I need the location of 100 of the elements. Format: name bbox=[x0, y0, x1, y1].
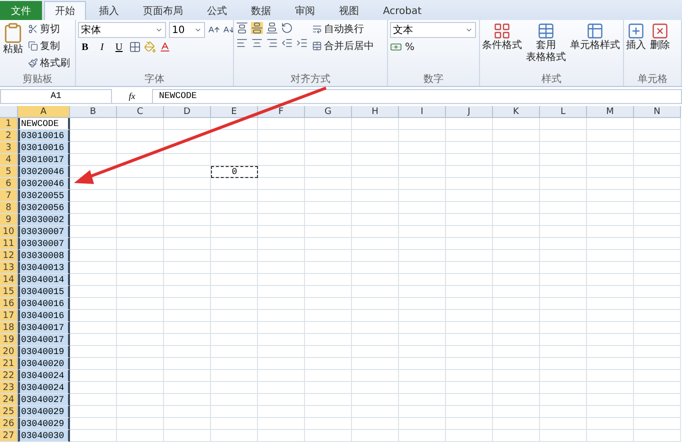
row-header[interactable]: 15 bbox=[0, 286, 18, 298]
column-header[interactable]: L bbox=[540, 106, 587, 118]
group-label: 样式 bbox=[540, 73, 562, 86]
row-header[interactable]: 21 bbox=[0, 358, 18, 370]
group-label: 对齐方式 bbox=[290, 73, 332, 86]
style-command[interactable]: 条件格式 bbox=[482, 22, 522, 52]
align-bottom-icon bbox=[266, 22, 278, 34]
row-header[interactable]: 14 bbox=[0, 274, 18, 286]
paste-button[interactable]: 粘贴 bbox=[2, 22, 24, 56]
row-header[interactable]: 20 bbox=[0, 346, 18, 358]
row-header[interactable]: 5 bbox=[0, 166, 18, 178]
ribbon-tab[interactable]: Acrobat bbox=[372, 1, 433, 20]
row-header[interactable]: 9 bbox=[0, 214, 18, 226]
column-header[interactable]: D bbox=[164, 106, 211, 118]
dropdown-caret-icon bbox=[155, 26, 163, 34]
column-header[interactable]: M bbox=[587, 106, 634, 118]
percent-button[interactable]: % bbox=[405, 42, 415, 52]
row-header[interactable]: 13 bbox=[0, 262, 18, 274]
column-header[interactable]: B bbox=[70, 106, 117, 118]
table-cell: 03040029 bbox=[18, 418, 70, 430]
insert-function-button[interactable]: fx bbox=[112, 91, 152, 101]
font-style-button[interactable]: U bbox=[112, 42, 126, 52]
row-header[interactable]: 2 bbox=[0, 130, 18, 142]
row-header[interactable]: 6 bbox=[0, 178, 18, 190]
currency-icon bbox=[390, 41, 402, 53]
row-header[interactable]: 26 bbox=[0, 418, 18, 430]
group-label: 单元格 bbox=[636, 73, 668, 86]
column-header[interactable]: A bbox=[18, 106, 70, 118]
column-header[interactable]: G bbox=[305, 106, 352, 118]
style-command[interactable]: 单元格样式 bbox=[570, 22, 620, 52]
ribbon-tab[interactable]: 开始 bbox=[44, 1, 86, 20]
row-header[interactable]: 1 bbox=[0, 118, 18, 130]
font-style-button[interactable]: I bbox=[95, 42, 109, 52]
cell-command[interactable]: 删除 bbox=[650, 22, 670, 52]
borders-icon bbox=[129, 41, 141, 53]
insert-icon bbox=[627, 22, 645, 40]
table-cell: 03040015 bbox=[18, 286, 70, 298]
row-header[interactable]: 3 bbox=[0, 142, 18, 154]
column-header[interactable]: K bbox=[493, 106, 540, 118]
paintbrush-icon bbox=[28, 58, 38, 68]
row-header[interactable]: 18 bbox=[0, 322, 18, 334]
row-header[interactable]: 12 bbox=[0, 250, 18, 262]
wrap-text-icon bbox=[312, 24, 322, 34]
clipboard-command[interactable]: 剪切 bbox=[28, 22, 70, 36]
table-cell: 03040024 bbox=[18, 370, 70, 382]
table-cell: 03040014 bbox=[18, 274, 70, 286]
number-format-field[interactable]: 文本 bbox=[390, 22, 476, 38]
row-header[interactable]: 22 bbox=[0, 370, 18, 382]
font-name-field[interactable]: 宋体 bbox=[78, 22, 166, 38]
row-header[interactable]: 10 bbox=[0, 226, 18, 238]
row-header[interactable]: 27 bbox=[0, 430, 18, 442]
row-header[interactable]: 25 bbox=[0, 406, 18, 418]
formula-field[interactable]: NEWCODE bbox=[152, 88, 682, 104]
row-header[interactable]: 8 bbox=[0, 202, 18, 214]
row-header[interactable]: 7 bbox=[0, 190, 18, 202]
row-header[interactable]: 11 bbox=[0, 238, 18, 250]
row-header[interactable]: 17 bbox=[0, 310, 18, 322]
ribbon-tab[interactable]: 公式 bbox=[196, 1, 238, 20]
ribbon-tab[interactable]: 视图 bbox=[328, 1, 370, 20]
table-icon bbox=[537, 22, 555, 40]
column-header[interactable]: E bbox=[211, 106, 258, 118]
ribbon-tab[interactable]: 插入 bbox=[88, 1, 130, 20]
clipboard-command[interactable]: 复制 bbox=[28, 39, 70, 53]
font-style-button[interactable]: B bbox=[78, 42, 92, 52]
table-cell: 03040024 bbox=[18, 382, 70, 394]
delete-icon bbox=[651, 22, 669, 40]
table-cell: 03010017 bbox=[18, 154, 70, 166]
ribbon-tab[interactable]: 文件 bbox=[0, 1, 42, 20]
table-cell: 03040027 bbox=[18, 394, 70, 406]
ribbon-tab[interactable]: 审阅 bbox=[284, 1, 326, 20]
ribbon-tab[interactable]: 页面布局 bbox=[132, 1, 194, 20]
align-center-icon bbox=[251, 37, 263, 49]
alignment-command[interactable]: 合并后居中 bbox=[312, 39, 374, 53]
cell-command[interactable]: 插入 bbox=[626, 22, 646, 52]
group-label: 字体 bbox=[144, 73, 166, 86]
name-box[interactable]: A1 bbox=[0, 88, 112, 104]
table-cell: 03020056 bbox=[18, 202, 70, 214]
select-all-corner[interactable] bbox=[0, 106, 18, 118]
align-middle-icon bbox=[251, 22, 263, 34]
align-top-icon bbox=[236, 22, 248, 34]
decrease-indent-icon bbox=[281, 37, 293, 49]
row-header[interactable]: 4 bbox=[0, 154, 18, 166]
column-header[interactable]: C bbox=[117, 106, 164, 118]
style-command[interactable]: 套用 表格格式 bbox=[526, 22, 566, 64]
clipboard-command[interactable]: 格式刷 bbox=[28, 56, 70, 70]
column-header[interactable]: N bbox=[634, 106, 681, 118]
row-header[interactable]: 23 bbox=[0, 382, 18, 394]
table-cell: 03040030 bbox=[18, 430, 70, 442]
column-header[interactable]: I bbox=[399, 106, 446, 118]
align-right-icon bbox=[266, 37, 278, 49]
column-header[interactable]: J bbox=[446, 106, 493, 118]
row-header[interactable]: 16 bbox=[0, 298, 18, 310]
ribbon-tab[interactable]: 数据 bbox=[240, 1, 282, 20]
row-header[interactable]: 24 bbox=[0, 394, 18, 406]
row-header[interactable]: 19 bbox=[0, 334, 18, 346]
font-size-field[interactable]: 10 bbox=[169, 22, 205, 38]
column-header[interactable]: H bbox=[352, 106, 399, 118]
clipboard-icon bbox=[2, 22, 24, 44]
group-label: 数字 bbox=[422, 73, 444, 86]
alignment-command[interactable]: 自动换行 bbox=[312, 22, 374, 36]
